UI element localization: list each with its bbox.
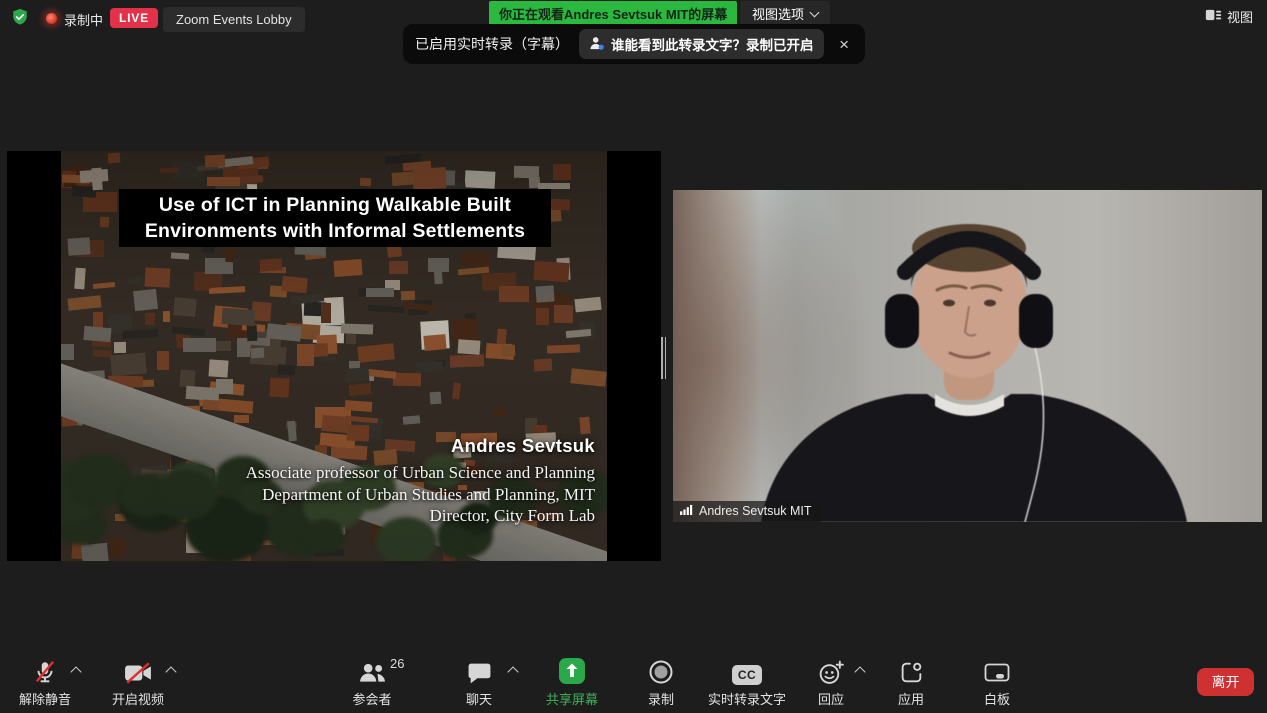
whiteboard-label: 白板 bbox=[984, 689, 1010, 708]
live-badge: LIVE bbox=[110, 8, 158, 28]
apps-button[interactable]: 应用 bbox=[898, 656, 924, 708]
speaker-credit-2: Department of Urban Studies and Planning… bbox=[246, 484, 595, 506]
recording-status: 录制中 bbox=[64, 10, 103, 29]
apps-label: 应用 bbox=[898, 689, 924, 708]
reactions-smiley-icon bbox=[818, 656, 845, 685]
participant-person bbox=[673, 190, 1262, 522]
microphone-muted-icon bbox=[32, 656, 58, 685]
signal-bars-icon bbox=[680, 504, 693, 518]
speaker-credit-1: Associate professor of Urban Science and… bbox=[246, 462, 595, 484]
view-button[interactable]: 视图 bbox=[1205, 7, 1253, 26]
share-screen-button[interactable]: 共享屏幕 bbox=[546, 656, 598, 708]
recording-dot-icon bbox=[46, 13, 57, 24]
zoom-meeting-window: 录制中 LIVE Zoom Events Lobby 你正在观看Andres S… bbox=[0, 0, 1267, 713]
participants-label: 参会者 bbox=[352, 689, 391, 708]
leave-button[interactable]: 离开 bbox=[1197, 668, 1254, 696]
unmute-label: 解除静音 bbox=[19, 689, 71, 708]
panel-resize-handle[interactable] bbox=[661, 337, 666, 379]
apps-icon bbox=[898, 656, 923, 685]
shared-screen-panel: Use of ICT in Planning Walkable Built En… bbox=[7, 151, 661, 561]
live-transcript-button[interactable]: CC 实时转录文字 bbox=[708, 656, 786, 708]
whiteboard-icon bbox=[984, 656, 1010, 685]
meeting-toolbar: 解除静音 开启视频 bbox=[0, 651, 1267, 713]
share-screen-label: 共享屏幕 bbox=[546, 689, 598, 708]
chat-bubble-icon bbox=[466, 656, 491, 685]
transcription-notification-bar: 已启用实时转录（字幕） 谁能看到此转录文字？录制已开启 × bbox=[403, 24, 865, 64]
camera-off-icon bbox=[124, 656, 152, 685]
unmute-button[interactable]: 解除静音 bbox=[19, 656, 71, 708]
view-button-label: 视图 bbox=[1227, 7, 1253, 26]
chat-label: 聊天 bbox=[466, 689, 492, 708]
person-icon bbox=[589, 36, 605, 53]
slide-title-line2: Environments with Informal Settlements bbox=[145, 218, 525, 244]
reactions-options-chevron-icon[interactable] bbox=[854, 666, 865, 677]
who-can-see-transcript-label: 谁能看到此转录文字？录制已开启 bbox=[611, 34, 814, 54]
speaker-name: Andres Sevtsuk bbox=[246, 435, 595, 457]
start-video-label: 开启视频 bbox=[112, 689, 164, 708]
view-options-button[interactable]: 视图选项 bbox=[740, 1, 830, 26]
slide-title-line1: Use of ICT in Planning Walkable Built bbox=[159, 192, 511, 218]
close-icon[interactable]: × bbox=[835, 34, 853, 55]
audio-options-chevron-icon[interactable] bbox=[70, 666, 81, 677]
live-transcript-label: 实时转录文字 bbox=[708, 689, 786, 708]
participants-icon: 26 bbox=[358, 656, 386, 685]
video-options-chevron-icon[interactable] bbox=[165, 666, 176, 677]
slide-photo: Use of ICT in Planning Walkable Built En… bbox=[61, 151, 607, 561]
reactions-button[interactable]: 回应 bbox=[818, 656, 845, 708]
speaker-credit-3: Director, City Form Lab bbox=[246, 505, 595, 527]
share-screen-icon bbox=[558, 656, 586, 685]
layout-view-icon bbox=[1205, 8, 1222, 25]
chat-options-chevron-icon[interactable] bbox=[507, 666, 518, 677]
watching-screen-banner: 你正在观看Andres Sevtsuk MIT的屏幕 bbox=[489, 1, 737, 26]
slide-credits: Andres Sevtsuk Associate professor of Ur… bbox=[246, 435, 595, 527]
start-video-button[interactable]: 开启视频 bbox=[112, 656, 164, 708]
record-button[interactable]: 录制 bbox=[648, 656, 674, 708]
chevron-down-icon bbox=[810, 7, 820, 17]
participants-count: 26 bbox=[390, 656, 404, 671]
view-options-label: 视图选项 bbox=[752, 4, 804, 23]
participant-name-label: Andres Sevtsuk MIT bbox=[673, 501, 821, 522]
transcription-enabled-message: 已启用实时转录（字幕） bbox=[415, 34, 569, 54]
reactions-label: 回应 bbox=[818, 689, 844, 708]
who-can-see-transcript-button[interactable]: 谁能看到此转录文字？录制已开启 bbox=[579, 29, 824, 59]
participant-name-text: Andres Sevtsuk MIT bbox=[699, 504, 812, 518]
zoom-events-lobby-button[interactable]: Zoom Events Lobby bbox=[163, 7, 305, 32]
cc-icon: CC bbox=[732, 656, 762, 685]
chat-button[interactable]: 聊天 bbox=[466, 656, 492, 708]
participants-button[interactable]: 26 参会者 bbox=[352, 656, 391, 708]
record-label: 录制 bbox=[648, 689, 674, 708]
participant-video-tile: Andres Sevtsuk MIT bbox=[673, 190, 1262, 522]
whiteboard-button[interactable]: 白板 bbox=[984, 656, 1010, 708]
security-shield-icon[interactable] bbox=[11, 8, 29, 26]
slide-title: Use of ICT in Planning Walkable Built En… bbox=[119, 189, 551, 247]
record-icon bbox=[648, 656, 674, 685]
